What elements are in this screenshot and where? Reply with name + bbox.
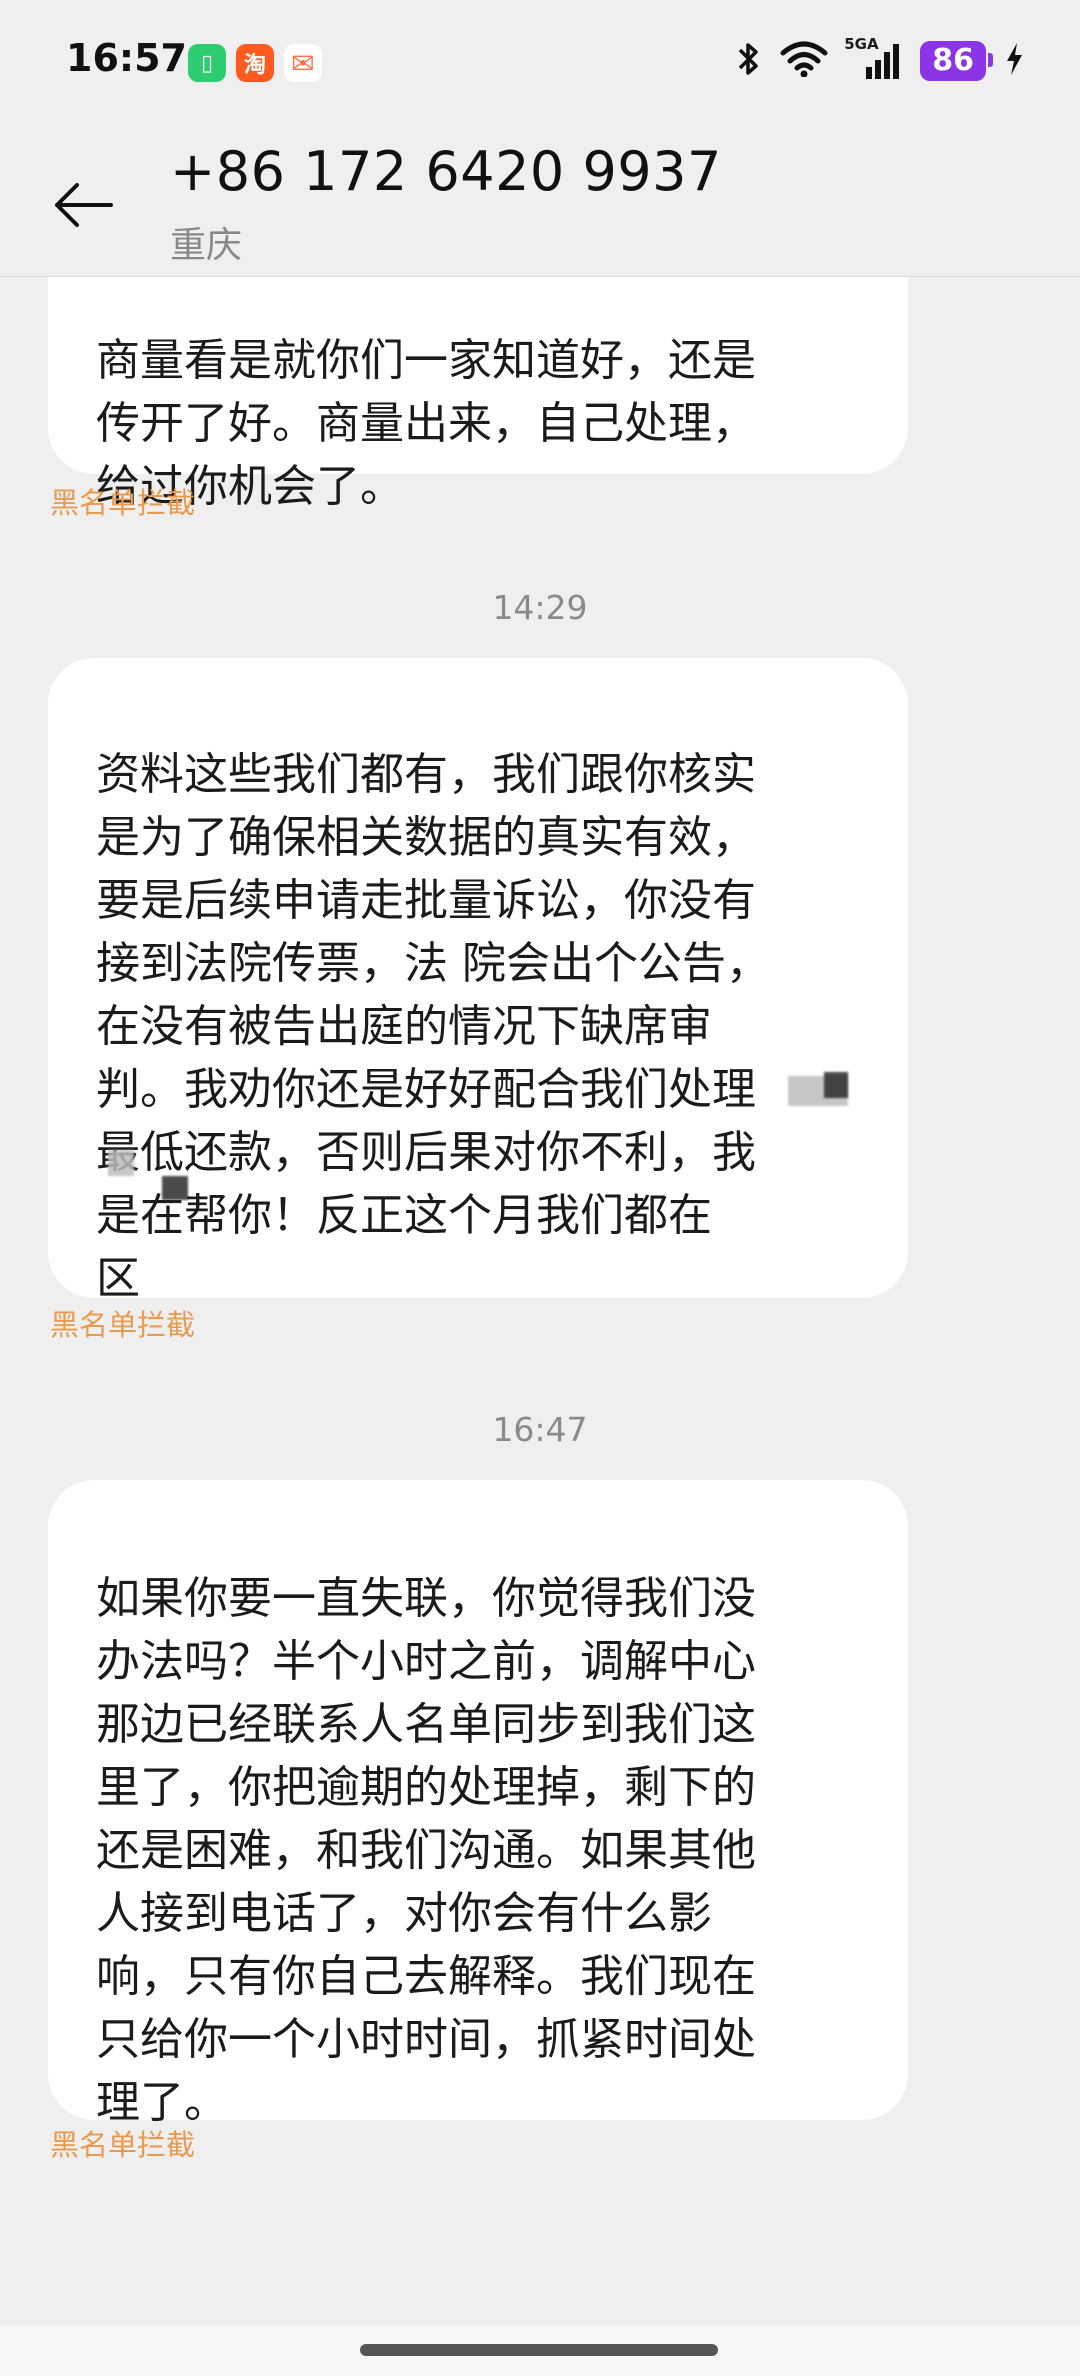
navigation-bar	[0, 2326, 1080, 2376]
message-bubble[interactable]: 如果你要一直失联，你觉得我们没 办法吗？半个小时之前，调解中心 那边已经联系人名…	[48, 1480, 908, 2128]
contact-location: 重庆	[170, 225, 243, 266]
blacklist-blocked-label: 黑名单拦截	[50, 486, 196, 520]
message-list[interactable]: 商量看是就你们一家知道好，还是 传开了好。商量出来，自己处理， 给过你机会了。 …	[0, 276, 1080, 2326]
message-timestamp: 16:47	[492, 1410, 588, 1449]
blacklist-blocked-label: 黑名单拦截	[50, 1308, 196, 1342]
message-timestamp: 14:29	[492, 588, 588, 627]
home-indicator[interactable]	[360, 2344, 718, 2356]
mail-app-icon: ✉	[284, 44, 322, 82]
redaction-mark	[162, 1176, 188, 1200]
battery-indicator: 86	[920, 41, 993, 81]
message-bubble[interactable]: 资料这些我们都有，我们跟你核实 是为了确保相关数据的真实有效， 要是后续申请走批…	[48, 658, 908, 1304]
wifi-icon	[780, 41, 828, 81]
redaction-mark	[824, 1072, 848, 1098]
bluetooth-icon	[736, 40, 762, 82]
back-arrow-icon	[55, 183, 113, 227]
conversation-header: +86 172 6420 9937 重庆	[0, 130, 1080, 277]
taobao-app-icon: 淘	[236, 44, 274, 82]
status-bar: 16:57 ▯ 淘 ✉ 5GA 86	[0, 0, 1080, 130]
notification-icons: ▯ 淘 ✉	[188, 44, 322, 82]
charging-icon	[1004, 41, 1024, 81]
redaction-mark	[108, 1150, 134, 1176]
status-time: 16:57	[66, 36, 187, 80]
contact-number[interactable]: +86 172 6420 9937	[170, 140, 722, 203]
back-button[interactable]	[48, 170, 118, 240]
message-bubble[interactable]: 商量看是就你们一家知道好，还是 传开了好。商量出来，自己处理， 给过你机会了。	[48, 276, 908, 512]
message-text: 如果你要一直失联，你觉得我们没 办法吗？半个小时之前，调解中心 那边已经联系人名…	[96, 1573, 756, 2128]
message-text: 资料这些我们都有，我们跟你核实 是为了确保相关数据的真实有效， 要是后续申请走批…	[96, 749, 770, 1304]
blacklist-blocked-label: 黑名单拦截	[50, 2128, 196, 2162]
battery-saver-app-icon: ▯	[188, 44, 226, 82]
status-indicators: 5GA 86	[736, 35, 1024, 82]
signal-icon: 5GA	[844, 35, 902, 81]
